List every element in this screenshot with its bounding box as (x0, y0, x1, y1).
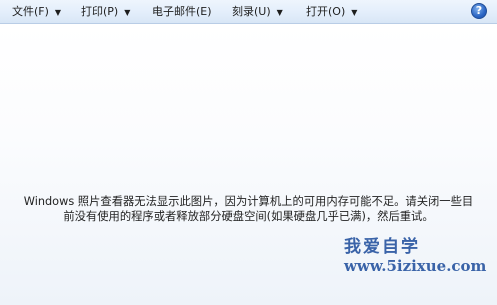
email-menu[interactable]: 电子邮件(E) (152, 0, 212, 23)
chevron-down-icon: ▼ (276, 8, 283, 17)
chevron-down-icon: ▼ (124, 8, 131, 17)
chevron-down-icon: ▼ (351, 8, 358, 17)
burn-menu[interactable]: 刻录(U) ▼ (232, 0, 283, 23)
print-menu[interactable]: 打印(P) ▼ (81, 0, 130, 23)
email-menu-label: 电子邮件(E) (152, 5, 212, 18)
open-menu-label: 打开(O) (306, 5, 346, 18)
open-menu[interactable]: 打开(O) ▼ (306, 0, 357, 23)
help-icon[interactable]: ? (471, 3, 487, 19)
error-message: Windows 照片查看器无法显示此图片，因为计算机上的可用内存可能不足。请关闭… (0, 194, 497, 224)
watermark-title: 我爱自学 (344, 237, 420, 257)
print-menu-label: 打印(P) (81, 5, 119, 18)
watermark-url: www.5izixue.com (344, 257, 487, 275)
chevron-down-icon: ▼ (54, 8, 62, 17)
file-menu-label: 文件(F) (12, 5, 49, 18)
error-message-line-2: 前没有使用的程序或者释放部分硬盘空间(如果硬盘几乎已满)，然后重试。 (63, 210, 434, 223)
menu-bar: 文件(F) ▼ 打印(P) ▼ 电子邮件(E) 刻录(U) ▼ 打开(O) ▼ ? (0, 0, 497, 24)
file-menu[interactable]: 文件(F) ▼ (12, 0, 61, 23)
error-message-line-1: Windows 照片查看器无法显示此图片，因为计算机上的可用内存可能不足。请关闭… (23, 195, 474, 208)
burn-menu-label: 刻录(U) (232, 5, 271, 18)
